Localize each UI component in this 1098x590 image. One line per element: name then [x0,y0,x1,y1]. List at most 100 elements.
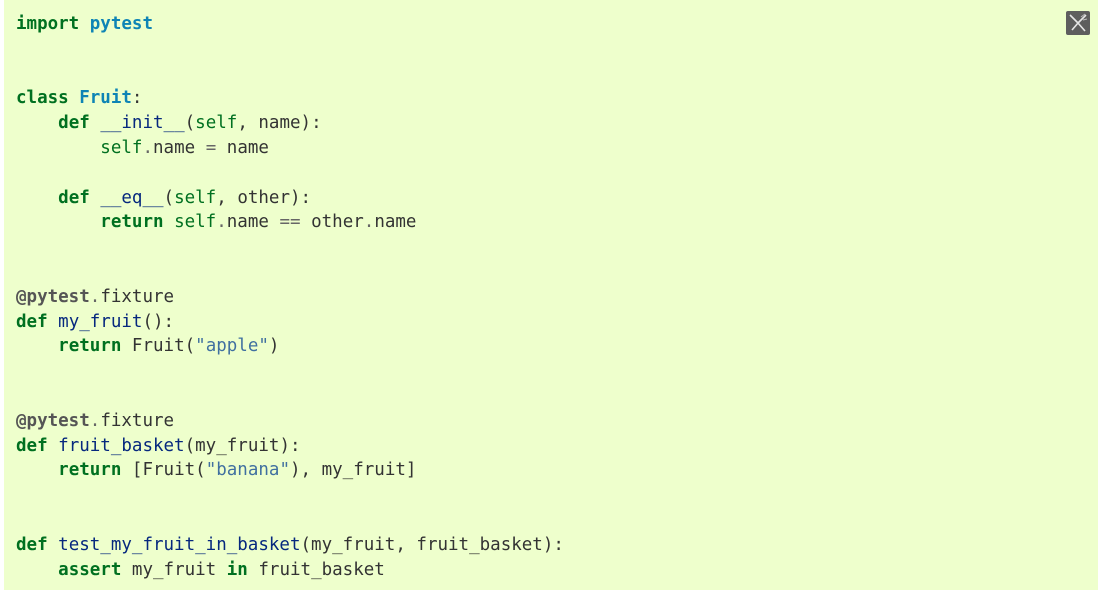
code-line: @pytest.fixture [16,409,564,434]
code-token: def [16,534,48,555]
code-token: , [395,534,417,555]
code-token: fixture [100,286,175,307]
code-token: return [58,336,122,357]
code-token: def [58,113,90,134]
code-token: fruit_basket [258,559,385,580]
code-token: ), [290,460,322,481]
code-token: ( [184,113,196,134]
code-token: self [100,137,143,158]
code-block: import pytest​​class Fruit: def __init__… [4,0,1098,590]
code-token: "banana" [205,460,290,481]
code-token: return [58,460,122,481]
code-token: "apple" [195,336,269,357]
code-line: def __init__(self, name): [16,111,564,136]
code-line: assert my_fruit in fruit_basket [16,558,564,583]
code-line: return [Fruit("banana"), my_fruit] [16,458,564,483]
code-line: class Fruit: [16,86,564,111]
code-line: ​ [16,508,564,533]
code-token: my_fruit [321,460,406,481]
code-token: , [237,113,259,134]
code-token: fruit_basket [58,435,185,456]
code-token: self [174,187,217,208]
code-token: ): [290,187,312,208]
code-token: Fruit [79,88,132,109]
code-token: __init__ [100,113,185,134]
code-token: . [142,137,153,158]
code-token: Fruit [131,336,185,357]
code-line: ​ [16,62,564,87]
code-token: self [174,212,217,233]
code-line: return Fruit("apple") [16,334,564,359]
code-token: name [153,137,196,158]
code-token: fixture [100,410,175,431]
code-token: ( [184,435,196,456]
code-token: def [58,187,90,208]
code-token: == [279,212,301,233]
code-token: ): [300,113,322,134]
code-line: import pytest [16,12,564,37]
code-token: def [16,435,48,456]
code-token: in [226,559,248,580]
code-token: my_fruit [131,559,217,580]
code-token: name [226,137,269,158]
code-token: return [100,212,164,233]
code-line: def test_my_fruit_in_basket(my_fruit, fr… [16,533,564,558]
code-line: return self.name == other.name [16,210,564,235]
code-token: name [258,113,301,134]
code-token: ( [184,336,196,357]
code-token: name [226,212,269,233]
code-token: fruit_basket [416,534,543,555]
code-token: ( [195,460,206,481]
code-token: my_fruit [311,534,396,555]
code-line: ​ [16,37,564,62]
code-token: import [16,14,80,34]
code-token: . [363,212,375,233]
code-token: my_fruit [195,435,280,456]
code-token: self [195,113,238,134]
code-token: (): [142,311,175,332]
code-line: ​ [16,384,564,409]
code-token: name [374,212,417,233]
code-line: @pytest.fixture [16,285,564,310]
code-token: . [216,212,227,233]
code-token: __eq__ [100,187,164,208]
code-token: pytest [89,14,153,34]
copy-button[interactable] [1066,11,1090,35]
code-line: def __eq__(self, other): [16,186,564,211]
code-line: ​ [16,161,564,186]
code-line: ​ [16,260,564,285]
code-token: [ [131,460,143,481]
code-token: ( [163,187,175,208]
code-line: def my_fruit(): [16,310,564,335]
code-token: Fruit [142,460,196,481]
code-token: class [16,88,69,109]
code-token: ( [300,534,312,555]
code-listing[interactable]: import pytest​​class Fruit: def __init__… [16,12,564,582]
code-token: assert [58,559,122,580]
code-line: ​ [16,359,564,384]
code-line: ​ [16,483,564,508]
code-token: ] [405,460,417,481]
code-token: other [237,187,290,208]
code-token: my_fruit [58,311,143,332]
code-line: def fruit_basket(my_fruit): [16,434,564,459]
code-token: ) [268,336,280,357]
